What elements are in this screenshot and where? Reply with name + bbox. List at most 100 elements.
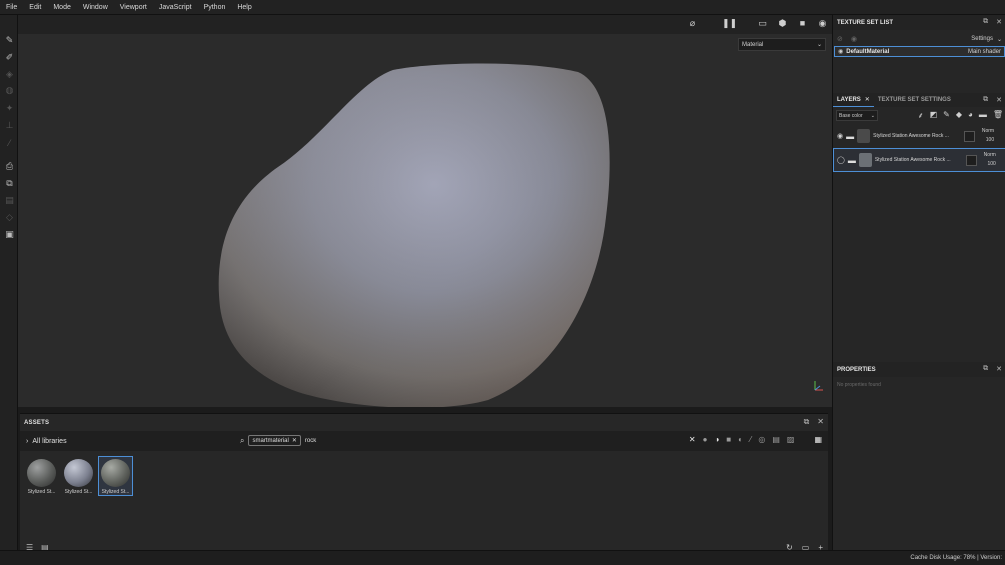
channel-select[interactable]: Base color ⌄ [836,110,878,121]
eye-off-icon[interactable]: ⊘ [837,35,843,43]
filter-material-icon[interactable]: ● [703,435,708,444]
layer-row[interactable]: ◉ ▬ Stylized Station Awesome Rock ... No… [833,124,1005,148]
polygon-fill-icon[interactable]: ◇ [4,212,15,223]
eye-icon[interactable]: ◉ [851,35,857,43]
tab-layers[interactable]: LAYERS ✕ [833,93,874,107]
status-text: Cache Disk Usage: 78% | Version: [910,555,1002,561]
video-record-icon[interactable]: ■ [797,18,808,29]
properties-empty-text: No properties found [837,382,881,388]
panel-float-icon[interactable]: ⧉ [804,417,810,427]
texture-set-item[interactable]: ◉ DefaultMaterial Main shader [834,46,1005,57]
menu-bar: File Edit Mode Window Viewport JavaScrip… [0,0,1005,15]
layer-blend-mode: Norm [981,128,995,134]
pause-icon[interactable]: ❚❚ [722,18,737,29]
layer-opacity: 100 [987,161,996,167]
rock-model[interactable] [218,52,613,407]
clone-stamp-icon[interactable]: ⊥ [4,120,15,131]
filter-texture-icon[interactable]: ■ [726,435,731,444]
layer-thumbnail [857,129,871,143]
settings-label: Settings [971,36,993,42]
status-bar: Cache Disk Usage: 78% | Version: [0,550,1005,565]
chevron-down-icon: ⌄ [870,112,875,119]
settings-dropdown[interactable]: Settings ⌄ [971,36,1002,43]
close-icon[interactable]: ✕ [996,96,1002,104]
layer-blend[interactable]: Norm 100 [978,127,994,145]
viewport-mode-select[interactable]: Material ⌄ [738,38,826,51]
material-picker-icon[interactable]: ⧉ [4,178,15,189]
display-mode-icon[interactable]: ⬢ [777,18,788,29]
hide-overlay-icon[interactable]: ⌀ [687,18,698,29]
add-smart-material-icon[interactable]: ◕ [968,110,973,121]
viewport-mode-label: Material [742,41,764,48]
add-paint-layer-icon[interactable]: ✎ [943,110,950,121]
asset-item[interactable]: Stylized St... [61,456,96,496]
filter-procedural-icon[interactable]: ◐ [738,435,743,444]
clear-search-icon[interactable]: ✕ [689,435,696,444]
menu-help[interactable]: Help [231,4,257,11]
asset-label: Stylized St... [101,489,130,495]
picker-icon[interactable]: ⁄ [4,137,15,148]
add-fill-layer-icon[interactable]: ◆ [956,110,962,121]
layer-blend[interactable]: Norm 100 [980,151,996,169]
eye-icon[interactable]: ◯ [837,156,845,164]
menu-viewport[interactable]: Viewport [114,4,153,11]
bake-icon[interactable]: ⎙ [4,161,15,172]
asset-thumbnail [101,459,130,487]
export-icon[interactable]: ▣ [4,229,15,240]
menu-file[interactable]: File [0,4,23,11]
eye-icon[interactable]: ◉ [838,48,843,55]
library-selector[interactable]: › All libraries [26,438,67,445]
filter-image-icon[interactable]: ▨ [787,435,795,444]
eye-icon[interactable]: ◉ [837,132,843,140]
menu-python[interactable]: Python [198,4,232,11]
chevron-right-icon: › [26,437,29,445]
3d-viewport[interactable]: Material ⌄ [18,34,832,407]
close-icon[interactable]: ✕ [817,417,824,427]
assets-panel: ASSETS ⧉ ✕ › All libraries ⌕ smartmateri… [20,413,828,555]
layer-mask-slot[interactable] [964,130,976,142]
asset-label: Stylized St... [64,489,93,495]
menu-javascript[interactable]: JavaScript [153,4,198,11]
panel-float-icon[interactable]: ⧉ [983,365,988,373]
panel-float-icon[interactable]: ⧉ [983,18,988,26]
projection-icon[interactable]: ◈ [4,69,15,80]
paint-brush-icon[interactable]: ✎ [4,35,15,46]
tab-texture-set-settings[interactable]: TEXTURE SET SETTINGS [874,93,955,107]
close-icon[interactable]: ✕ [996,365,1002,373]
smudge-icon[interactable]: ✦ [4,103,15,114]
filter-brush-icon[interactable]: ⁄ [750,435,751,444]
panel-float-icon[interactable]: ⧉ [983,96,988,104]
axis-gizmo [814,381,823,391]
remove-chip-icon[interactable]: ✕ [292,437,297,444]
eraser-icon[interactable]: ✐ [4,52,15,63]
folder-icon: ▬ [847,155,856,165]
layers-toolbar: Base color ⌄ ⸙ ◩ ✎ ◆ ◕ ▬ 🗑 [833,107,1005,124]
layer-row-selected[interactable]: ◯ ▬ Stylized Station Awesome Rock ... No… [833,148,1005,172]
grid-view-icon[interactable]: ▦ [814,435,822,444]
camera-view-icon[interactable]: ▭ [757,18,768,29]
texture-set-shader[interactable]: Main shader [968,49,1001,55]
asset-item-selected[interactable]: Stylized St... [98,456,133,496]
filter-smart-material-icon[interactable]: ◑ [714,435,719,444]
add-folder-icon[interactable]: ▬ [979,110,987,121]
delete-layer-icon[interactable]: 🗑 [993,110,1003,121]
asset-label: Stylized St... [27,489,56,495]
menu-mode[interactable]: Mode [47,4,77,11]
screenshot-camera-icon[interactable]: ◉ [817,18,828,29]
add-mask-icon[interactable]: ◩ [930,110,938,121]
texture-set-name: DefaultMaterial [846,48,890,55]
close-icon[interactable]: ✕ [996,18,1002,26]
search-input[interactable] [304,437,365,444]
geometry-mask-icon[interactable]: ◍ [4,85,15,96]
asset-item[interactable]: Stylized St... [24,456,59,496]
layer-icon[interactable]: ▤ [4,195,15,206]
filter-alpha-icon[interactable]: ◎ [758,435,765,444]
menu-window[interactable]: Window [77,4,114,11]
close-icon[interactable]: ✕ [865,96,870,103]
add-effect-icon[interactable]: ⸙ [918,110,924,121]
menu-edit[interactable]: Edit [23,4,47,11]
layer-mask-slot[interactable] [965,154,977,166]
asset-grid: Stylized St... Stylized St... Stylized S… [24,456,133,496]
filter-environment-icon[interactable]: ▤ [772,435,780,444]
search-filter-chip[interactable]: smartmaterial ✕ [248,435,301,446]
